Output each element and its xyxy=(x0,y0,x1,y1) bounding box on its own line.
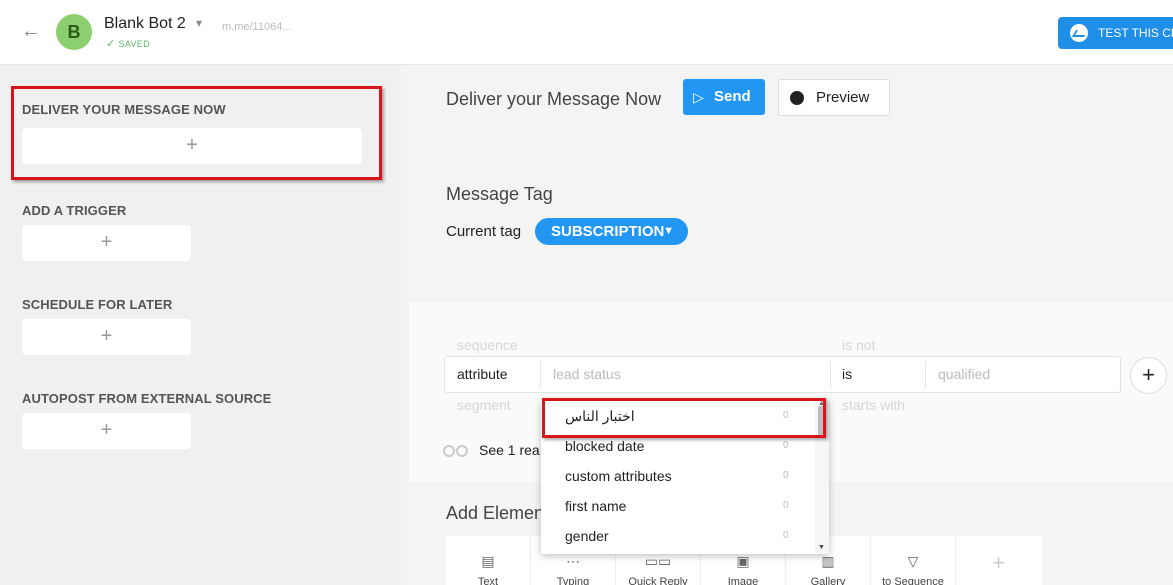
messenger-icon xyxy=(1070,24,1088,42)
ghost-is-not: is not xyxy=(842,337,876,353)
highlight-box xyxy=(542,398,826,438)
test-this-chatbot-button[interactable]: TEST THIS CH xyxy=(1058,17,1173,49)
bot-link[interactable]: m.me/11064... xyxy=(222,21,292,33)
filter-field-select[interactable]: attribute xyxy=(457,357,508,392)
saved-label: SAVED xyxy=(118,39,150,49)
add-schedule-button[interactable]: + xyxy=(22,319,191,355)
deliver-title: Deliver your Message Now xyxy=(446,89,662,109)
plus-icon: + xyxy=(992,550,1005,575)
tag-value: SUBSCRIPTION xyxy=(551,223,665,240)
see-reach-link[interactable]: See 1 rea xyxy=(443,442,540,458)
section-title-add-trigger: ADD A TRIGGER xyxy=(22,203,127,218)
quick-reply-icon: ▭▭ xyxy=(644,553,672,569)
send-label: Send xyxy=(714,88,751,105)
option-count: 0 xyxy=(783,470,789,481)
tag-select[interactable]: SUBSCRIPTION ▼ xyxy=(535,218,688,245)
text-icon: ▤ xyxy=(481,553,495,569)
send-button[interactable]: ▷ Send xyxy=(683,79,765,115)
dropdown-option[interactable]: gender 0 xyxy=(541,521,813,551)
messenger-icon xyxy=(790,91,804,105)
add-elements-title: Add Elemen xyxy=(446,503,545,523)
element-label: Quick Reply xyxy=(628,576,688,585)
option-count: 0 xyxy=(783,530,789,541)
element-label: Text xyxy=(477,576,499,585)
element-text-button[interactable]: ▤ Text xyxy=(446,536,531,585)
ghost-sequence: sequence xyxy=(457,337,518,353)
ghost-segment: segment xyxy=(457,397,511,413)
divider xyxy=(925,361,926,388)
divider xyxy=(540,361,541,388)
current-tag-label: Current tag xyxy=(446,223,522,240)
option-label: custom attributes xyxy=(565,468,672,484)
message-tag-title: Message Tag xyxy=(446,184,553,204)
attribute-input[interactable]: lead status xyxy=(553,357,621,392)
filter-icon: ▽ xyxy=(907,553,919,569)
option-label: gender xyxy=(565,528,609,544)
bot-name[interactable]: Blank Bot 2 xyxy=(104,15,186,33)
element-label: Image xyxy=(727,576,759,585)
test-button-label: TEST THIS CH xyxy=(1098,26,1173,40)
preview-button[interactable]: Preview xyxy=(778,79,890,116)
chevron-down-icon: ▼ xyxy=(663,225,674,237)
add-autopost-button[interactable]: + xyxy=(22,413,191,449)
ghost-starts-with: starts with xyxy=(842,397,906,413)
see-reach-label: See 1 rea xyxy=(479,442,540,458)
saved-status: ✓ SAVED xyxy=(106,37,150,50)
element-label: Typing xyxy=(556,576,590,585)
check-icon: ✓ xyxy=(106,38,116,50)
filter-row: attribute lead status is qualified xyxy=(444,356,1121,393)
section-title-autopost: AUTOPOST FROM EXTERNAL SOURCE xyxy=(22,391,272,406)
top-bar: ← B Blank Bot 2 ▾ ✓ SAVED m.me/11064... T… xyxy=(0,0,1173,65)
element-label: to Sequence xyxy=(882,576,944,585)
operator-select[interactable]: is xyxy=(842,357,852,392)
option-label: blocked date xyxy=(565,438,645,454)
element-add-button[interactable]: + xyxy=(956,536,1041,585)
bot-avatar: B xyxy=(56,14,92,50)
send-icon: ▷ xyxy=(693,89,704,105)
highlight-box xyxy=(11,86,382,180)
element-to-sequence-button[interactable]: ▽ to Sequence xyxy=(871,536,956,585)
divider xyxy=(830,361,831,388)
dropdown-option[interactable]: custom attributes 0 xyxy=(541,461,813,491)
scroll-down-icon[interactable]: ▼ xyxy=(818,544,825,551)
people-icon xyxy=(443,444,471,458)
preview-label: Preview xyxy=(816,89,870,106)
gallery-icon: ▥ xyxy=(821,553,835,569)
sidebar: DELIVER YOUR MESSAGE NOW + ADD A TRIGGER… xyxy=(0,65,401,585)
value-input[interactable]: qualified xyxy=(938,357,990,392)
dropdown-option[interactable]: first name 0 xyxy=(541,491,813,521)
element-label: Gallery xyxy=(810,576,846,585)
add-trigger-button[interactable]: + xyxy=(22,225,191,261)
section-title-schedule-later: SCHEDULE FOR LATER xyxy=(22,297,173,312)
add-filter-button[interactable]: + xyxy=(1130,357,1167,394)
option-label: first name xyxy=(565,498,627,514)
back-arrow-icon[interactable]: ← xyxy=(20,20,42,42)
image-icon: ▣ xyxy=(736,553,750,569)
typing-icon: ⋯ xyxy=(566,553,580,569)
chevron-down-icon[interactable]: ▾ xyxy=(196,16,202,30)
option-count: 0 xyxy=(783,500,789,511)
